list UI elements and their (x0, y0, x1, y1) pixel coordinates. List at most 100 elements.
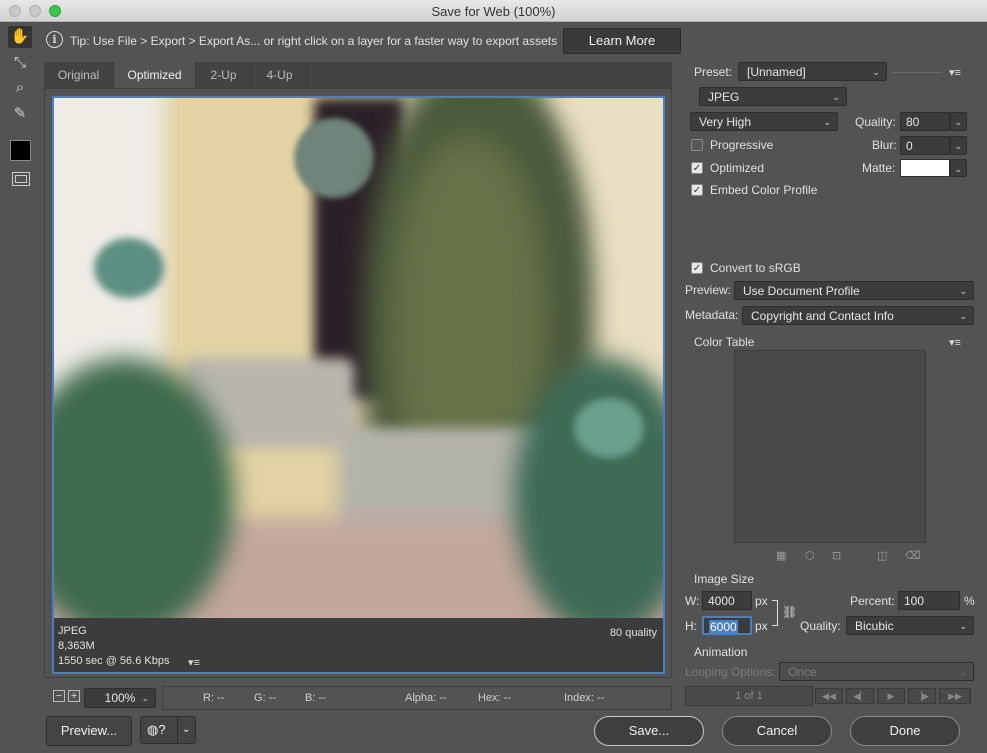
download-rate-menu-icon[interactable]: ▾≡ (188, 656, 200, 669)
color-table-menu-icon[interactable]: ▾≡ (949, 336, 961, 349)
resample-quality-select[interactable]: Bicubic ⌄ (846, 616, 974, 635)
zoom-out-button[interactable]: − (53, 690, 65, 702)
window-title-bar: Save for Web (100%) (0, 0, 987, 22)
tip-bar: i Tip: Use File > Export > Export As... … (44, 28, 684, 54)
metadata-value: Copyright and Contact Info (751, 309, 894, 323)
pixel-readout: R: -- G: -- B: -- Alpha: -- Hex: -- Inde… (162, 686, 672, 710)
matte-select-button[interactable]: ⌄ (950, 159, 967, 177)
save-button[interactable]: Save... (594, 716, 704, 746)
alpha-readout: Alpha: -- (405, 692, 447, 704)
height-input[interactable]: 6000 (702, 616, 752, 635)
tab-4-up[interactable]: 4-Up (252, 62, 308, 88)
zoom-level-value: 100% (104, 691, 136, 705)
image-info-panel: JPEG 8,363M 1550 sec @ 56.6 Kbps ▾≡ 80 q… (54, 618, 663, 672)
preset-select[interactable]: [Unnamed] ⌄ (738, 62, 887, 81)
trash-icon[interactable]: ⌫ (905, 549, 921, 562)
file-format-select[interactable]: JPEG ⌄ (699, 87, 847, 106)
embed-color-profile-label: Embed Color Profile (710, 183, 818, 197)
width-input[interactable]: 4000 (702, 591, 752, 610)
play-button[interactable]: ▶ (877, 688, 905, 704)
progressive-label: Progressive (710, 138, 774, 152)
preview-profile-select[interactable]: Use Document Profile ⌄ (734, 281, 974, 300)
optimized-label: Optimized (710, 161, 765, 175)
chevron-down-icon: ⌄ (959, 667, 967, 677)
compression-quality-select[interactable]: Very High ⌄ (690, 112, 838, 131)
blur-input[interactable]: 0 (900, 136, 950, 155)
eyedropper-tool-button[interactable]: ✎ (8, 103, 32, 125)
done-button[interactable]: Done (850, 716, 960, 746)
zoom-tool-button[interactable]: ⌕ (8, 77, 32, 99)
matte-color-swatch[interactable] (900, 159, 950, 177)
chevron-down-icon: ⌄ (141, 693, 149, 703)
zoom-in-button[interactable]: + (68, 690, 80, 702)
new-color-icon[interactable]: ◫ (877, 549, 887, 562)
image-region (94, 238, 164, 298)
resample-quality-label: Quality: (800, 619, 841, 633)
width-unit: px (755, 594, 768, 608)
quality-input[interactable]: 80 (900, 112, 950, 131)
optimized-preview-pane[interactable]: JPEG 8,363M 1550 sec @ 56.6 Kbps ▾≡ 80 q… (52, 96, 665, 674)
blur-label: Blur: (872, 138, 897, 152)
hand-tool-button[interactable]: ✋ (8, 26, 32, 48)
first-frame-button[interactable]: ◀◀ (815, 688, 843, 704)
window-title: Save for Web (100%) (431, 4, 556, 19)
quality-slider-button[interactable]: ⌄ (950, 112, 967, 131)
slices-visibility-icon (15, 175, 27, 183)
zoom-level-select[interactable]: 100% ⌄ (84, 688, 156, 708)
cancel-button[interactable]: Cancel (722, 716, 832, 746)
optimized-checkbox[interactable]: ✓ (691, 162, 703, 174)
tab-original[interactable]: Original (44, 62, 114, 88)
chevron-down-icon: ⌄ (954, 117, 962, 127)
height-value: 6000 (709, 620, 738, 634)
preview-profile-value: Use Document Profile (743, 284, 860, 298)
image-region (294, 118, 374, 198)
previous-frame-button[interactable]: ◀▏ (846, 688, 874, 704)
web-shift-icon[interactable]: ⬡ (805, 549, 815, 562)
height-label: H: (685, 619, 697, 633)
index-readout: Index: -- (564, 692, 605, 704)
matte-label: Matte: (862, 161, 896, 175)
eyedropper-icon: ✎ (13, 105, 27, 122)
blur-slider-button[interactable]: ⌄ (950, 136, 967, 155)
percent-input[interactable]: 100 (898, 591, 960, 610)
color-table[interactable] (734, 350, 926, 543)
chevron-down-icon: ⌄ (823, 117, 831, 127)
select-browser-button[interactable]: ◍? ⌄ (140, 716, 196, 744)
status-bar: − + 100% ⌄ R: -- G: -- B: -- Alpha: -- H… (44, 686, 672, 710)
preview-image (54, 98, 663, 618)
tip-text: Tip: Use File > Export > Export As... or… (70, 34, 558, 48)
constrain-bracket (772, 600, 778, 626)
slice-select-tool-button[interactable]: ⤡ (8, 52, 32, 74)
looping-options-select[interactable]: Once ⌄ (779, 662, 974, 681)
last-frame-button[interactable]: ▶▶ (939, 688, 971, 704)
tab-optimized[interactable]: Optimized (114, 62, 196, 88)
embed-color-profile-checkbox[interactable]: ✓ (691, 184, 703, 196)
view-tabs: Original Optimized 2-Up 4-Up (44, 62, 672, 88)
optimize-menu-icon[interactable]: ▾≡ (949, 66, 961, 79)
image-region (574, 398, 644, 458)
blue-readout: B: -- (305, 692, 326, 704)
chevron-down-icon: ⌄ (954, 164, 962, 174)
slice-select-icon: ⤡ (13, 54, 26, 71)
chevron-down-icon: ⌄ (832, 92, 840, 102)
progressive-checkbox[interactable] (691, 139, 703, 151)
tab-2-up[interactable]: 2-Up (196, 62, 252, 88)
green-readout: G: -- (254, 692, 276, 704)
metadata-select[interactable]: Copyright and Contact Info ⌄ (742, 306, 974, 325)
zoom-icon: ⌕ (15, 79, 25, 96)
chevron-down-icon: ⌄ (872, 67, 880, 77)
lock-icon[interactable]: ⊡ (832, 549, 841, 562)
toggle-slices-button[interactable] (12, 172, 30, 186)
convert-srgb-label: Convert to sRGB (710, 261, 801, 275)
percent-label: Percent: (850, 594, 895, 608)
preview-in-browser-button[interactable]: Preview... (46, 716, 132, 746)
optimized-quality-label: 80 quality (609, 627, 657, 639)
map-transparency-icon[interactable]: ▦ (776, 549, 786, 562)
convert-srgb-checkbox[interactable]: ✓ (691, 262, 703, 274)
eyedropper-color-swatch[interactable] (10, 140, 31, 161)
chevron-down-icon: ⌄ (182, 724, 191, 735)
link-icon[interactable]: ⛓ (782, 605, 797, 619)
metadata-label: Metadata: (685, 308, 739, 322)
next-frame-button[interactable]: ▕▶ (908, 688, 936, 704)
learn-more-button[interactable]: Learn More (563, 28, 681, 54)
